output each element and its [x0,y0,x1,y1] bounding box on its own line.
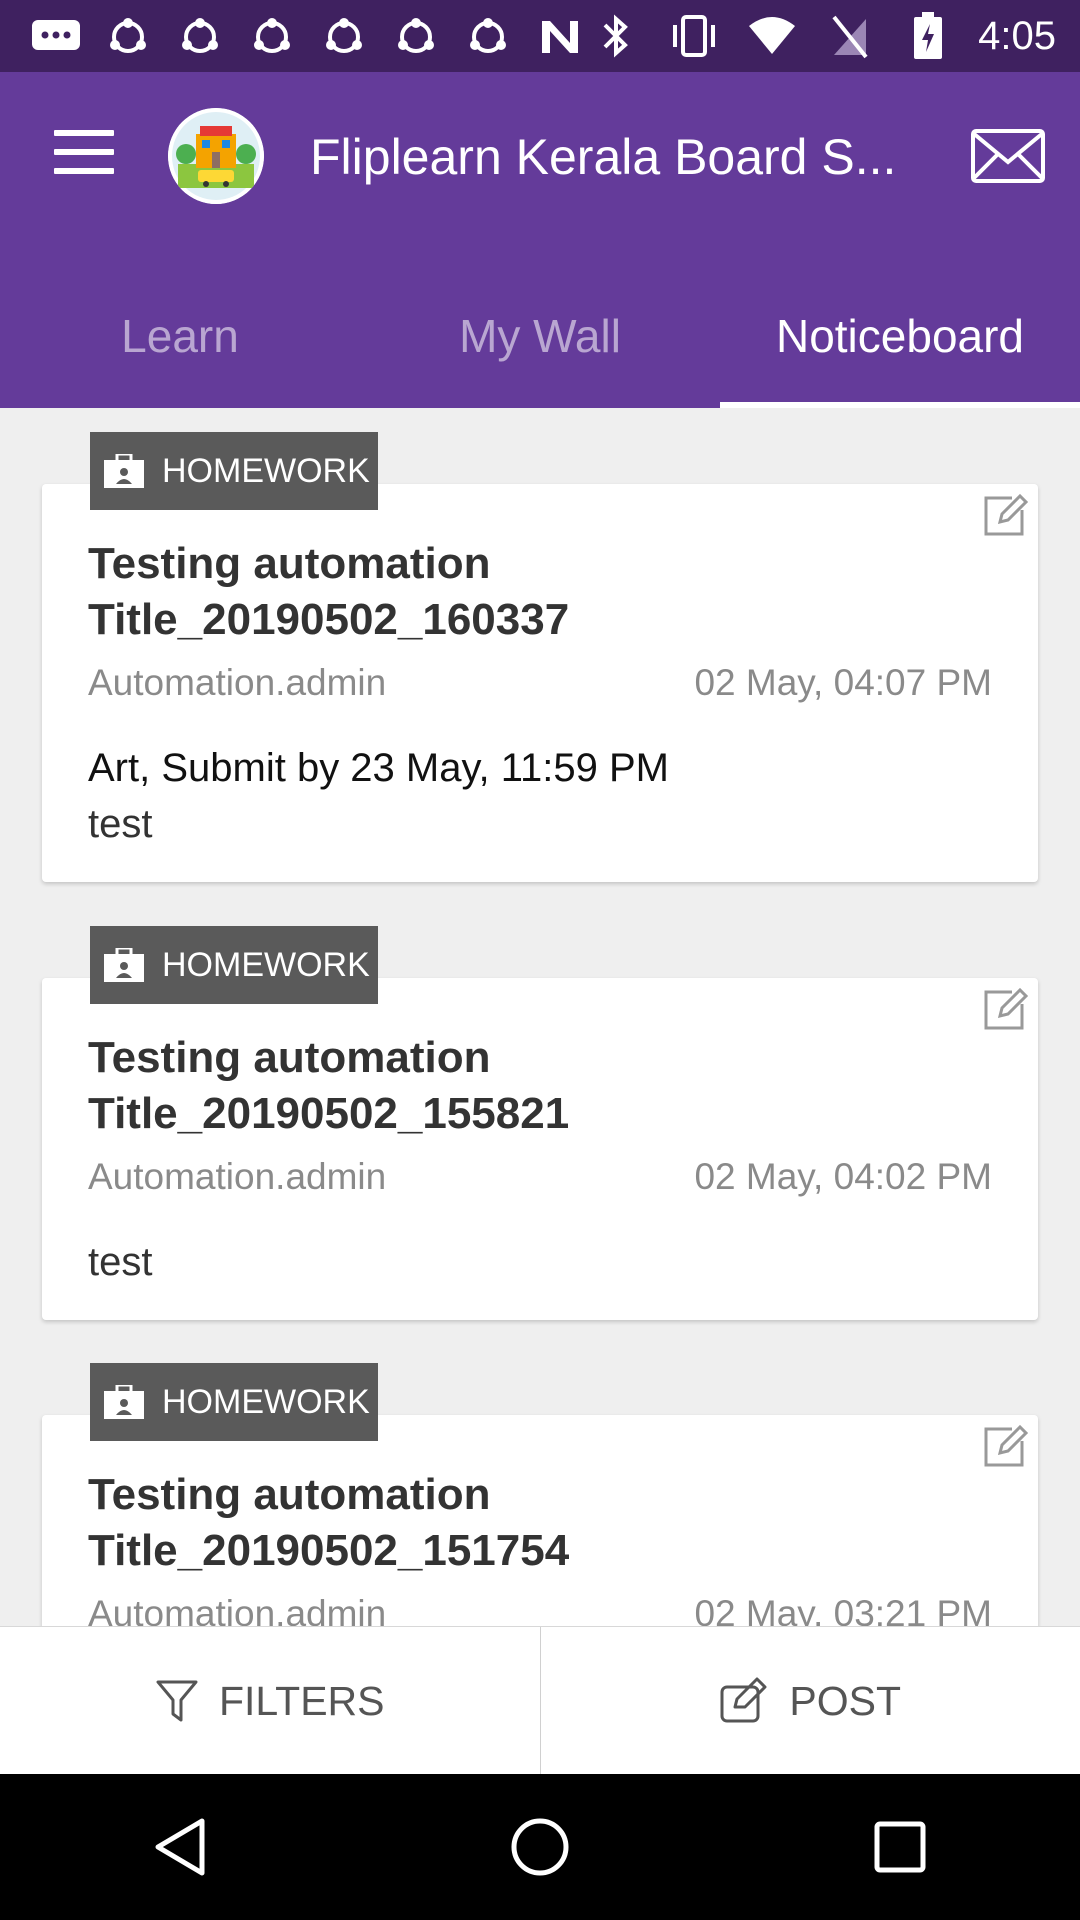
post-date: 02 May, 04:02 PM [694,1156,992,1197]
bottom-action-bar: FILTERS POST [0,1626,1080,1775]
sync-icon [388,14,444,60]
post-title-line1: Testing automation [88,1033,491,1082]
post-body: test [88,1240,153,1284]
vibrate-icon [666,13,722,59]
status-time: 4:05 [978,14,1056,58]
status-bar: 4:05 [0,0,1080,72]
app-bar: Fliplearn Kerala Board S... Learn My Wal… [0,72,1080,408]
tag-label: HOMEWORK [162,451,370,490]
edit-icon[interactable] [982,986,1029,1032]
app-title: Fliplearn Kerala Board S... [310,129,897,185]
briefcase-icon [104,452,144,488]
sync-icon [244,14,300,60]
filters-label: FILTERS [218,1677,385,1724]
post-author: Automation.admin [88,662,387,703]
notice-card[interactable]: HOMEWORK Testing automation Title_201905… [42,926,1038,1346]
bluetooth-icon [588,13,644,59]
menu-icon[interactable] [54,130,114,174]
post-subject-deadline: Art, Submit by 23 May, 11:59 PM [88,746,669,790]
notice-card[interactable]: HOMEWORK Testing automation Title_201905… [42,1363,1038,1626]
post-title-line1: Testing automation [88,1470,491,1519]
notice-feed[interactable]: HOMEWORK Testing automation Title_201905… [0,408,1080,1626]
edit-icon[interactable] [982,492,1029,538]
battery-icon [900,12,956,59]
mail-icon[interactable] [970,128,1046,184]
homework-tag: HOMEWORK [90,432,378,510]
system-nav-bar [0,1774,1080,1920]
filter-icon [156,1680,198,1722]
home-icon[interactable] [500,1807,580,1887]
briefcase-icon [104,1383,144,1419]
tab-my-wall[interactable]: My Wall [360,282,720,408]
tab-learn[interactable]: Learn [0,282,360,408]
post-date: 02 May, 03:21 PM [694,1593,992,1626]
post-button[interactable]: POST [539,1627,1080,1775]
homework-tag: HOMEWORK [90,1363,378,1441]
card-body[interactable]: Testing automation Title_20190502_151754… [42,1415,1038,1626]
back-icon[interactable] [140,1807,220,1887]
card-body[interactable]: Testing automation Title_20190502_160337… [42,484,1038,882]
sync-icon [172,14,228,60]
tab-bar: Learn My Wall Noticeboard [0,282,1080,408]
wifi-icon [744,13,800,59]
post-title-line2: Title_20190502_155821 [88,1089,570,1138]
notice-card[interactable]: HOMEWORK Testing automation Title_201905… [42,432,1038,902]
n-icon [532,14,588,60]
post-author: Automation.admin [88,1156,387,1197]
filters-button[interactable]: FILTERS [0,1627,540,1775]
briefcase-icon [104,946,144,982]
compose-icon [720,1677,767,1723]
recents-icon[interactable] [860,1807,940,1887]
sync-icon [316,14,372,60]
post-label: POST [789,1677,902,1724]
edit-icon[interactable] [982,1423,1029,1469]
post-date: 02 May, 04:07 PM [694,662,992,703]
tab-noticeboard[interactable]: Noticeboard [720,282,1080,408]
homework-tag: HOMEWORK [90,926,378,1004]
post-author: Automation.admin [88,1593,387,1626]
sync-icon [100,14,156,60]
post-body: test [88,802,153,846]
card-body[interactable]: Testing automation Title_20190502_155821… [42,978,1038,1320]
school-logo [168,108,264,204]
tag-label: HOMEWORK [162,1382,370,1421]
post-title-line2: Title_20190502_160337 [88,595,570,644]
sync-icon [460,14,516,60]
post-title-line1: Testing automation [88,539,491,588]
message-icon [28,14,84,60]
tag-label: HOMEWORK [162,945,370,984]
post-title-line2: Title_20190502_151754 [88,1526,570,1575]
no-sim-icon [822,13,878,59]
